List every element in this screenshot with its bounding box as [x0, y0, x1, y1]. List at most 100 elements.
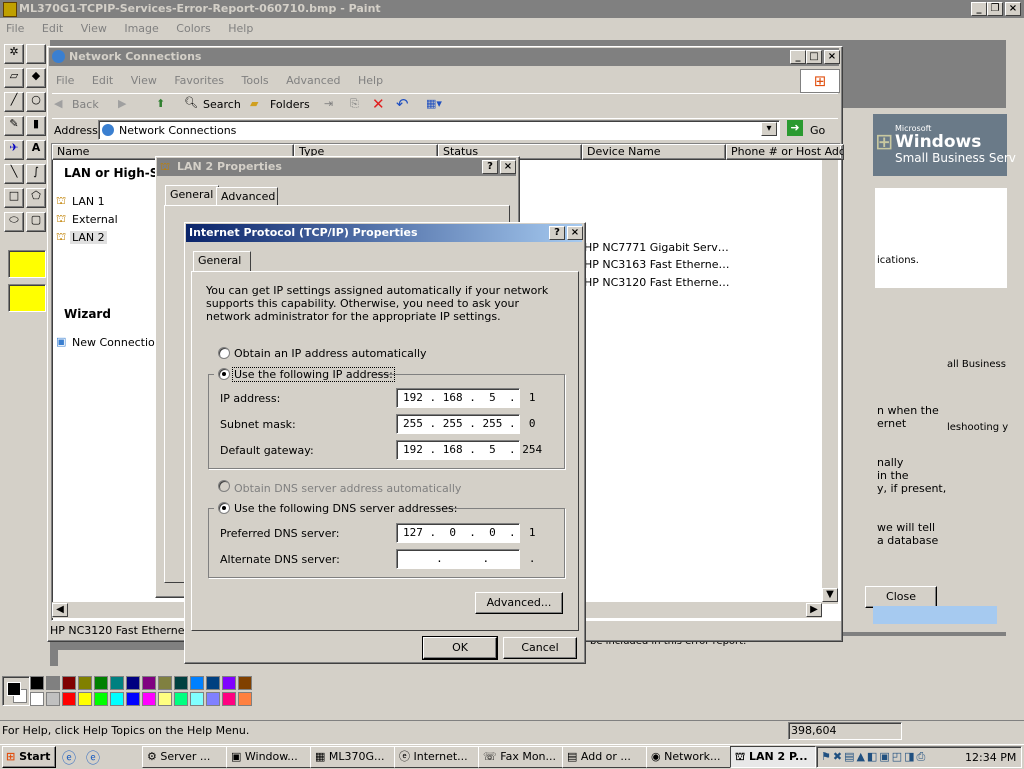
- quicklaunch-ie-icon[interactable]: ⓔ: [62, 748, 76, 768]
- line-icon[interactable]: ╲: [4, 164, 24, 184]
- subnet-mask-field[interactable]: 255 . 255 . 255 . 0: [396, 414, 535, 434]
- taskbar-item[interactable]: ⚙ Server ...: [142, 746, 228, 768]
- list-item-new-connection[interactable]: New Connection ': [72, 336, 168, 349]
- tcpip-titlebar[interactable]: Internet Protocol (TCP/IP) Properties ? …: [186, 224, 583, 242]
- palette-swatch[interactable]: [174, 676, 188, 690]
- radio-manual-dns-label[interactable]: Use the following DNS server addresses:: [234, 502, 457, 515]
- taskbar-item[interactable]: ▦ ML370G...: [310, 746, 396, 768]
- menu-view[interactable]: View: [131, 74, 157, 87]
- tab-advanced[interactable]: Advanced: [216, 187, 278, 206]
- menu-file[interactable]: File: [56, 74, 74, 87]
- curve-icon[interactable]: ∫: [26, 164, 46, 184]
- taskbar-item[interactable]: ▤ Add or ...: [562, 746, 648, 768]
- taskbar-item[interactable]: ◉ Network...: [646, 746, 732, 768]
- up-folder-icon[interactable]: ⬆: [156, 97, 165, 110]
- help-button[interactable]: ?: [549, 226, 565, 240]
- palette-swatch[interactable]: [142, 676, 156, 690]
- brush-icon[interactable]: ▮: [26, 116, 46, 136]
- scroll-right-icon[interactable]: ▶: [806, 603, 822, 617]
- list-item[interactable]: External: [72, 213, 118, 226]
- folders-button[interactable]: Folders: [270, 98, 310, 111]
- lan2-titlebar[interactable]: ⛫ LAN 2 Properties ? ×: [157, 158, 516, 176]
- preferred-dns-field[interactable]: 127 . 0 . 0 . 1: [396, 523, 535, 543]
- search-button[interactable]: Search: [203, 98, 241, 111]
- palette-swatch[interactable]: [94, 676, 108, 690]
- palette-swatch[interactable]: [94, 692, 108, 706]
- palette-swatch[interactable]: [238, 676, 252, 690]
- palette-swatch[interactable]: [222, 676, 236, 690]
- taskbar-item[interactable]: ▣ Window...: [226, 746, 312, 768]
- address-input[interactable]: Network Connections ▾: [98, 120, 780, 140]
- palette-swatch[interactable]: [62, 676, 76, 690]
- list-vscroll[interactable]: [822, 160, 838, 604]
- alternate-dns-field[interactable]: . . .: [396, 549, 535, 569]
- palette-swatch[interactable]: [30, 692, 44, 706]
- taskbar-item[interactable]: ☏ Fax Mon...: [478, 746, 564, 768]
- minimize-button[interactable]: _: [790, 50, 806, 64]
- tool-option-1[interactable]: [8, 250, 46, 278]
- palette-swatch[interactable]: [126, 676, 140, 690]
- menu-advanced[interactable]: Advanced: [286, 74, 340, 87]
- palette-swatch[interactable]: [142, 692, 156, 706]
- views-icon[interactable]: ▦▾: [426, 97, 442, 110]
- quicklaunch-ie2-icon[interactable]: ⓔ: [86, 748, 100, 768]
- palette-swatch[interactable]: [238, 692, 252, 706]
- close-button[interactable]: ×: [567, 226, 583, 240]
- rounded-rect-icon[interactable]: ▢: [26, 212, 46, 232]
- scroll-down-icon[interactable]: ▼: [822, 588, 838, 602]
- palette-swatch[interactable]: [46, 692, 60, 706]
- palette-swatch[interactable]: [30, 676, 44, 690]
- forward-arrow-icon[interactable]: ▶: [118, 97, 126, 110]
- menu-help[interactable]: Help: [228, 22, 253, 35]
- address-dropdown-icon[interactable]: ▾: [761, 122, 777, 136]
- list-item-selected[interactable]: LAN 2: [70, 231, 107, 244]
- rect-select-icon[interactable]: [26, 44, 46, 64]
- paint-vscroll[interactable]: [1006, 40, 1022, 650]
- polygon-icon[interactable]: ⬠: [26, 188, 46, 208]
- palette-swatch[interactable]: [206, 676, 220, 690]
- go-arrow-icon[interactable]: ➜: [787, 120, 803, 136]
- palette-swatch[interactable]: [158, 676, 172, 690]
- rectangle-icon[interactable]: □: [4, 188, 24, 208]
- taskbar-item[interactable]: ⓔ Internet...: [394, 746, 480, 768]
- ip-address-field[interactable]: 192 . 168 . 5 . 1: [396, 388, 535, 408]
- radio-manual-ip-label[interactable]: Use the following IP address:: [232, 367, 395, 382]
- column-device-name[interactable]: Device Name: [582, 144, 726, 160]
- palette-swatch[interactable]: [158, 692, 172, 706]
- back-button[interactable]: Back: [72, 98, 99, 111]
- folders-icon[interactable]: ▰: [250, 97, 258, 110]
- paint-titlebar[interactable]: ML370G1-TCPIP-Services-Error-Report-0607…: [0, 0, 1024, 18]
- text-tool-icon[interactable]: A: [26, 140, 46, 160]
- palette-swatch[interactable]: [126, 692, 140, 706]
- magnifier-icon[interactable]: ○: [26, 92, 46, 112]
- menu-favorites[interactable]: Favorites: [174, 74, 224, 87]
- menu-view[interactable]: View: [81, 22, 107, 35]
- palette-swatch[interactable]: [46, 676, 60, 690]
- free-select-icon[interactable]: ✲: [4, 44, 24, 64]
- palette-swatch[interactable]: [190, 676, 204, 690]
- undo-icon[interactable]: ↶: [396, 95, 409, 113]
- pencil-icon[interactable]: ✎: [4, 116, 24, 136]
- go-button[interactable]: Go: [810, 124, 825, 137]
- start-button[interactable]: ⊞ Start: [2, 746, 56, 768]
- palette-swatch[interactable]: [78, 676, 92, 690]
- radio-manual-ip[interactable]: [218, 368, 230, 380]
- palette-swatch[interactable]: [190, 692, 204, 706]
- menu-edit[interactable]: Edit: [92, 74, 113, 87]
- tab-general[interactable]: General: [165, 185, 219, 206]
- radio-auto-ip-label[interactable]: Obtain an IP address automatically: [234, 347, 427, 360]
- radio-auto-ip[interactable]: [218, 347, 230, 359]
- delete-icon[interactable]: ✕: [372, 95, 385, 113]
- ellipse-icon[interactable]: ⬭: [4, 212, 24, 232]
- close-button[interactable]: ×: [824, 50, 840, 64]
- menu-tools[interactable]: Tools: [242, 74, 269, 87]
- palette-swatch[interactable]: [174, 692, 188, 706]
- maximize-button[interactable]: □: [806, 50, 822, 64]
- minimize-button[interactable]: _: [971, 2, 987, 16]
- menu-help[interactable]: Help: [358, 74, 383, 87]
- palette-swatch[interactable]: [222, 692, 236, 706]
- advanced-button[interactable]: Advanced...: [475, 592, 563, 614]
- eraser-icon[interactable]: ▱: [4, 68, 24, 88]
- close-button[interactable]: ×: [1005, 2, 1021, 16]
- search-icon[interactable]: 🔍︎: [184, 96, 198, 109]
